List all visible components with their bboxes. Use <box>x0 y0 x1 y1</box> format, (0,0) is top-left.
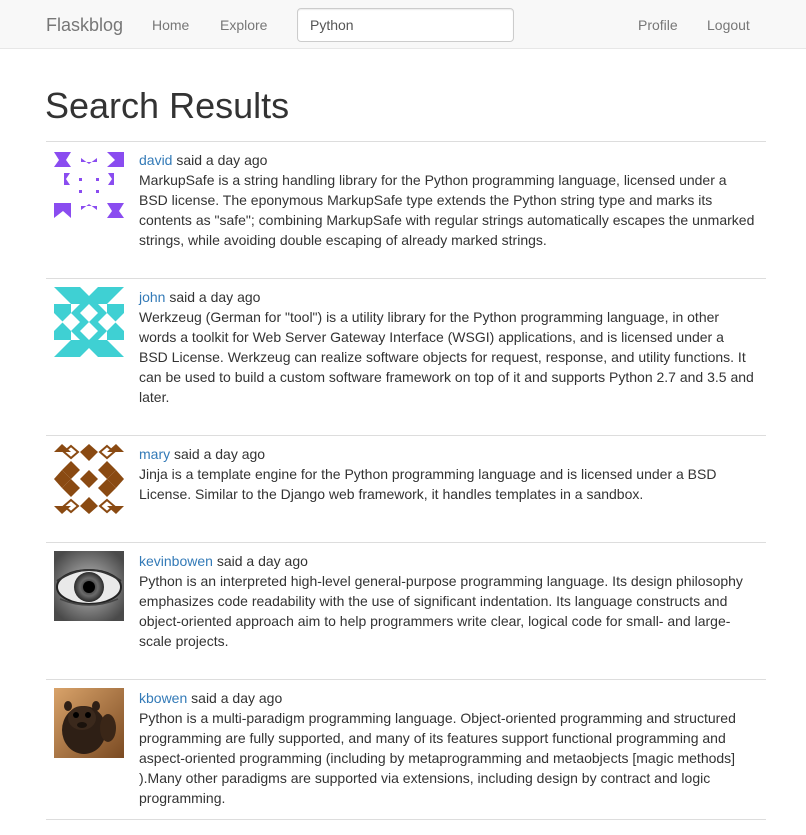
post-item: john said a day ago Werkzeug (German for… <box>46 279 766 436</box>
post-item: kevinbowen said a day ago Python is an i… <box>46 543 766 680</box>
search-results-list: david said a day ago MarkupSafe is a str… <box>46 141 766 820</box>
nav-home-link[interactable]: Home <box>152 16 189 34</box>
post-author-link[interactable]: david <box>139 152 172 168</box>
post-body: kbowen said a day ago Python is a multi-… <box>139 680 766 819</box>
search-input[interactable] <box>297 8 514 42</box>
post-body: kevinbowen said a day ago Python is an i… <box>139 543 766 679</box>
post-meta: said a day ago <box>165 289 261 305</box>
nav-logout-link[interactable]: Logout <box>707 16 750 34</box>
nav-profile-link[interactable]: Profile <box>638 16 678 34</box>
post-author-link[interactable]: kbowen <box>139 690 187 706</box>
post-text: MarkupSafe is a string handling library … <box>139 172 755 248</box>
post-meta: said a day ago <box>212 553 308 569</box>
post-body: mary said a day ago Jinja is a template … <box>139 436 766 542</box>
post-meta: said a day ago <box>172 152 268 168</box>
post-text: Werkzeug (German for "tool") is a utilit… <box>139 309 754 405</box>
post-body: david said a day ago MarkupSafe is a str… <box>139 142 766 278</box>
nav-explore-link[interactable]: Explore <box>220 16 267 34</box>
avatar[interactable] <box>54 688 124 758</box>
post-author-link[interactable]: kevinbowen <box>139 553 213 569</box>
post-item: mary said a day ago Jinja is a template … <box>46 436 766 543</box>
post-text: Jinja is a template engine for the Pytho… <box>139 466 717 502</box>
post-meta: said a day ago <box>170 446 266 462</box>
post-author-link[interactable]: mary <box>139 446 170 462</box>
top-navbar: Flaskblog Home Explore Profile Logout <box>0 0 806 49</box>
post-meta: said a day ago <box>187 690 283 706</box>
avatar[interactable] <box>54 287 124 357</box>
brand-link[interactable]: Flaskblog <box>46 15 123 35</box>
post-body: john said a day ago Werkzeug (German for… <box>139 279 766 435</box>
post-author-link[interactable]: john <box>139 289 165 305</box>
avatar[interactable] <box>54 551 124 621</box>
post-item: david said a day ago MarkupSafe is a str… <box>46 142 766 279</box>
post-text: Python is a multi-paradigm programming l… <box>139 710 736 806</box>
post-text: Python is an interpreted high-level gene… <box>139 573 743 649</box>
post-item: kbowen said a day ago Python is a multi-… <box>46 680 766 820</box>
avatar[interactable] <box>54 150 124 220</box>
avatar[interactable] <box>54 444 124 514</box>
page-title: Search Results <box>45 85 290 126</box>
